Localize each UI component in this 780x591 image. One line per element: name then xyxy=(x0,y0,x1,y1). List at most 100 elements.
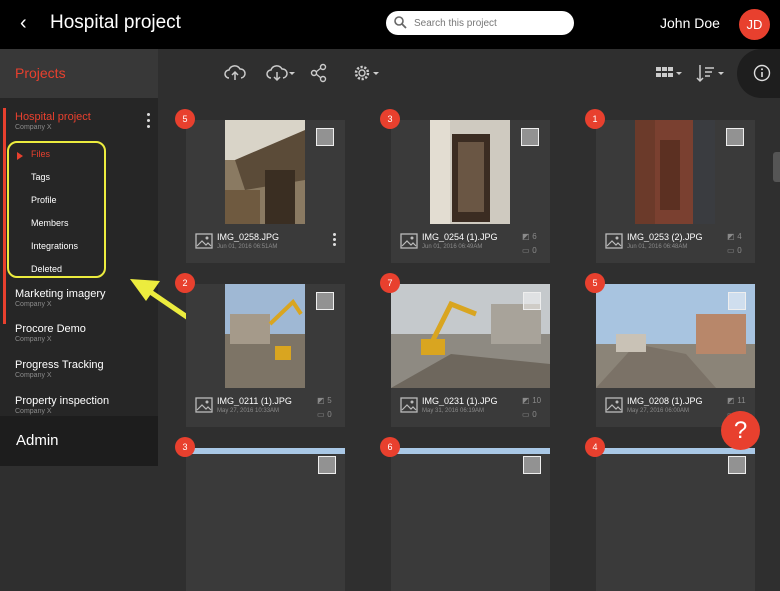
submenu-tags[interactable]: Tags xyxy=(31,172,50,182)
project-name: Marketing imagery xyxy=(15,288,106,300)
scrollbar[interactable] xyxy=(773,152,780,182)
submenu-files[interactable]: Files xyxy=(31,149,50,159)
page-title: Hospital project xyxy=(50,12,181,33)
search-icon xyxy=(394,16,407,29)
back-button[interactable]: ‹ xyxy=(20,12,27,35)
settings-icon[interactable] xyxy=(352,63,382,83)
file-card[interactable]: IMG_0258.JPG Jun 01, 2016 06:51AM xyxy=(186,120,345,263)
version-badge: 4 xyxy=(585,437,605,457)
tag-icon: ◩ xyxy=(317,396,325,405)
user-name[interactable]: John Doe xyxy=(660,15,720,31)
help-button[interactable]: ? xyxy=(721,411,760,450)
file-options-icon[interactable] xyxy=(333,233,336,248)
comment-count: ▭ 0 xyxy=(727,246,742,255)
project-item-procore[interactable]: Procore Demo Company X xyxy=(15,323,86,343)
project-item-progress[interactable]: Progress Tracking Company X xyxy=(15,359,104,379)
project-name: Procore Demo xyxy=(15,323,86,335)
select-checkbox[interactable] xyxy=(318,456,336,474)
file-thumbnail[interactable] xyxy=(225,284,305,388)
select-checkbox[interactable] xyxy=(728,292,746,310)
search-input[interactable] xyxy=(414,14,564,32)
select-checkbox[interactable] xyxy=(726,128,744,146)
file-date: Jun 01, 2016 06:49AM xyxy=(422,244,483,250)
file-name[interactable]: IMG_0208 (1).JPG xyxy=(627,396,723,406)
project-name: Property inspection xyxy=(15,395,110,407)
image-file-icon xyxy=(605,233,623,249)
project-item-hospital[interactable]: Hospital project Company X xyxy=(15,111,91,131)
select-checkbox[interactable] xyxy=(728,456,746,474)
tag-count: ◩ 11 xyxy=(727,396,746,405)
share-icon[interactable] xyxy=(310,63,328,83)
file-card[interactable]: IMG_0253 (2).JPG Jun 01, 2016 06:48AM ◩ 4 ▭… xyxy=(596,120,755,263)
tag-icon: ◩ xyxy=(727,232,735,241)
version-badge: 1 xyxy=(585,109,605,129)
file-name[interactable]: IMG_0258.JPG xyxy=(217,232,313,242)
project-item-property[interactable]: Property inspection Company X xyxy=(15,395,109,415)
project-company: Company X xyxy=(15,336,52,343)
tag-count: ◩ 6 xyxy=(522,232,537,241)
project-options-icon[interactable] xyxy=(147,113,151,131)
file-card[interactable]: IMG_0254 (1).JPG Jun 01, 2016 06:49AM ◩ 6 ▭… xyxy=(391,120,550,263)
cloud-download-icon[interactable] xyxy=(266,63,296,83)
select-checkbox[interactable] xyxy=(316,128,334,146)
file-card[interactable]: IMG_0208 (1).JPG May 27, 2016 06:00AM ◩ 11… xyxy=(596,284,755,427)
version-badge: 3 xyxy=(380,109,400,129)
grid-view-icon[interactable] xyxy=(654,63,684,83)
file-thumbnail[interactable] xyxy=(430,120,510,224)
submenu-deleted[interactable]: Deleted xyxy=(31,264,62,274)
file-date: May 27, 2016 10:33AM xyxy=(217,408,280,414)
comment-icon: ▭ xyxy=(317,410,325,419)
file-card[interactable]: IMG_0211 (1).JPG May 27, 2016 10:33AM ◩ 5 ▭… xyxy=(186,284,345,427)
project-name: Progress Tracking xyxy=(15,359,104,371)
file-card[interactable] xyxy=(186,448,345,591)
file-card[interactable]: IMG_0231 (1).JPG May 31, 2016 06:19AM ◩ 10… xyxy=(391,284,550,427)
file-thumbnail[interactable] xyxy=(225,120,305,224)
version-badge: 5 xyxy=(585,273,605,293)
comment-count: ▭ 0 xyxy=(522,246,537,255)
file-name[interactable]: IMG_0211 (1).JPG xyxy=(217,396,313,406)
submenu-members[interactable]: Members xyxy=(31,218,69,228)
select-checkbox[interactable] xyxy=(523,292,541,310)
info-icon xyxy=(753,64,771,82)
image-file-icon xyxy=(400,233,418,249)
search-box[interactable] xyxy=(386,11,574,35)
active-arrow-icon xyxy=(17,152,23,160)
file-name[interactable]: IMG_0231 (1).JPG xyxy=(422,396,518,406)
avatar[interactable]: JD xyxy=(739,9,770,40)
file-name[interactable]: IMG_0253 (2).JPG xyxy=(627,232,723,242)
admin-section[interactable]: Admin xyxy=(0,416,158,466)
projects-label: Projects xyxy=(15,65,66,81)
select-checkbox[interactable] xyxy=(316,292,334,310)
file-name[interactable]: IMG_0254 (1).JPG xyxy=(422,232,518,242)
project-submenu: Files Tags Profile Members Integrations … xyxy=(7,141,106,278)
tag-count: ◩ 10 xyxy=(522,396,542,405)
image-file-icon xyxy=(605,397,623,413)
image-file-icon xyxy=(400,397,418,413)
submenu-integrations[interactable]: Integrations xyxy=(31,241,78,251)
tag-icon: ◩ xyxy=(727,396,735,405)
select-checkbox[interactable] xyxy=(523,456,541,474)
toolbar xyxy=(158,49,780,98)
tag-icon: ◩ xyxy=(522,232,530,241)
file-thumbnail[interactable] xyxy=(635,120,715,224)
sort-icon[interactable] xyxy=(696,63,726,83)
image-file-icon xyxy=(195,233,213,249)
submenu-profile[interactable]: Profile xyxy=(31,195,57,205)
comment-count: ▭ 0 xyxy=(522,410,537,419)
select-checkbox[interactable] xyxy=(521,128,539,146)
tag-icon: ◩ xyxy=(522,396,530,405)
project-company: Company X xyxy=(15,124,52,131)
version-badge: 5 xyxy=(175,109,195,129)
version-badge: 2 xyxy=(175,273,195,293)
file-grid: IMG_0258.JPG Jun 01, 2016 06:51AM 5 IMG_025… xyxy=(158,98,780,591)
file-date: May 27, 2016 06:00AM xyxy=(627,408,690,414)
tag-count: ◩ 4 xyxy=(727,232,742,241)
file-card[interactable] xyxy=(596,448,755,591)
file-card[interactable] xyxy=(391,448,550,591)
version-badge: 3 xyxy=(175,437,195,457)
info-button[interactable] xyxy=(737,49,780,98)
comment-icon: ▭ xyxy=(727,246,735,255)
version-badge: 7 xyxy=(380,273,400,293)
cloud-upload-icon[interactable] xyxy=(224,63,246,83)
project-item-marketing[interactable]: Marketing imagery Company X xyxy=(15,288,105,308)
